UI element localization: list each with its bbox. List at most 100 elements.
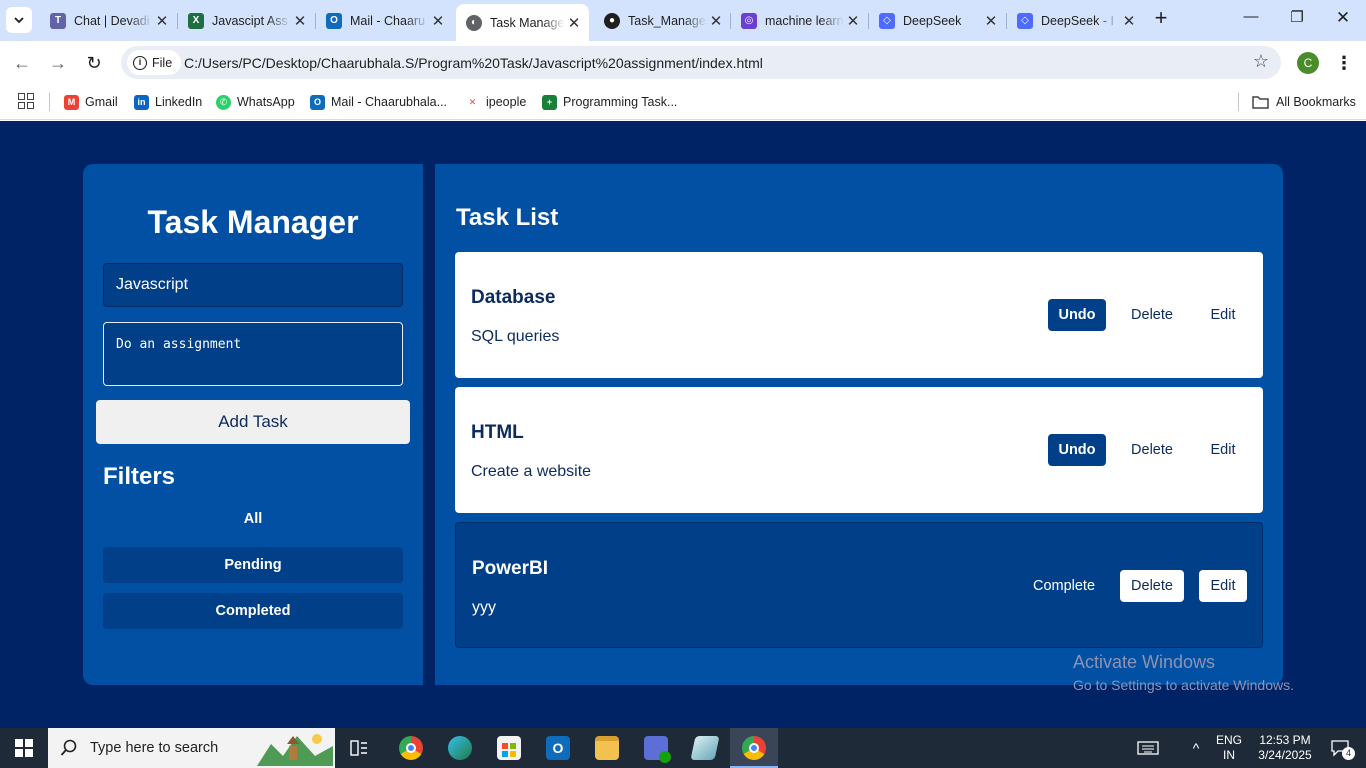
task-title-input[interactable] — [103, 263, 403, 307]
tab-title: machine learn — [765, 13, 844, 28]
bookmark-label: Mail - Chaarubhala... — [331, 95, 448, 109]
filters-heading: Filters — [103, 463, 176, 490]
ipeople-icon: ✕ — [465, 94, 480, 110]
filter-pending-button[interactable]: Pending — [103, 547, 403, 583]
teams-taskbar-icon[interactable] — [644, 736, 671, 763]
bookmark-programming-task[interactable]: + Programming Task... — [542, 92, 677, 112]
bookmark-label: WhatsApp — [237, 95, 295, 109]
keyboard-tray-icon[interactable] — [1130, 728, 1166, 768]
edge-icon[interactable] — [448, 736, 472, 760]
all-bookmarks[interactable]: All Bookmarks — [1252, 92, 1356, 112]
bookmark-ipeople[interactable]: ✕ ipeople — [465, 92, 526, 112]
undo-button[interactable]: Undo — [1048, 434, 1106, 466]
deepseek-icon: ◇ — [1017, 12, 1033, 29]
close-tab-icon[interactable]: ✕ — [153, 12, 171, 30]
windows-start-button[interactable] — [0, 728, 48, 768]
restore-icon[interactable]: ❐ — [1274, 8, 1320, 32]
edit-button[interactable]: Edit — [1199, 570, 1247, 602]
bookmark-whatsapp[interactable]: ✆ WhatsApp — [216, 92, 295, 112]
tab-title: Mail - Chaaru — [350, 13, 426, 28]
task-title: Database — [471, 287, 556, 308]
browser-tab[interactable]: ◇ DeepSeek ✕ — [869, 5, 1006, 36]
language-indicator[interactable]: ENG IN — [1212, 728, 1246, 768]
tab-title: Task Manager — [490, 15, 565, 30]
delete-button[interactable]: Delete — [1120, 570, 1184, 602]
gmail-icon: M — [64, 94, 79, 110]
browser-tab-active[interactable]: ◐ Task Manager ✕ — [456, 4, 589, 41]
task-form-panel: Task Manager Do an assignment Add Task F… — [83, 164, 423, 685]
bookmark-label: Gmail — [85, 95, 118, 109]
browser-tab[interactable]: ◇ DeepSeek - I ✕ — [1007, 5, 1144, 36]
close-tab-icon[interactable]: ✕ — [982, 12, 1000, 30]
tab-search-button[interactable] — [6, 7, 32, 33]
taskbar-active-app[interactable] — [730, 728, 778, 768]
undo-button[interactable]: Undo — [1048, 299, 1106, 331]
window-close-icon[interactable]: ✕ — [1320, 8, 1366, 32]
chevron-down-icon — [14, 17, 24, 24]
filter-all-button[interactable]: All — [103, 501, 403, 537]
task-description-input[interactable]: Do an assignment — [103, 322, 403, 386]
task-description: Create a website — [471, 463, 592, 480]
browser-tab[interactable]: O Mail - Chaaru ✕ — [316, 5, 453, 36]
bookmark-gmail[interactable]: M Gmail — [64, 92, 118, 112]
site-info-chip[interactable]: i File — [127, 50, 182, 75]
apps-grid-icon[interactable] — [18, 93, 34, 109]
task-view-icon[interactable] — [348, 737, 370, 759]
bookmark-star-icon[interactable]: ☆ — [1253, 51, 1269, 72]
notepad-app-icon[interactable] — [690, 736, 720, 760]
activation-watermark-title: Activate Windows — [1073, 652, 1216, 672]
outlook-taskbar-icon[interactable]: O — [546, 736, 570, 760]
region-code: IN — [1223, 748, 1235, 762]
show-hidden-icons-chevron-icon[interactable]: ^ — [1180, 728, 1212, 768]
close-tab-icon[interactable]: ✕ — [1120, 12, 1138, 30]
tab-title: DeepSeek - I — [1041, 13, 1114, 28]
edit-button[interactable]: Edit — [1199, 434, 1247, 466]
clock-date: 3/24/2025 — [1258, 748, 1312, 762]
chrome-icon[interactable] — [399, 736, 423, 760]
browser-tab[interactable]: ● Task_Manager ✕ — [594, 5, 731, 36]
file-explorer-icon[interactable] — [595, 736, 619, 760]
minimize-icon[interactable]: — — [1228, 8, 1274, 32]
delete-button[interactable]: Delete — [1120, 434, 1184, 466]
add-task-button[interactable]: Add Task — [96, 400, 410, 444]
edit-button[interactable]: Edit — [1199, 299, 1247, 331]
reload-icon[interactable]: ↻ — [82, 51, 106, 75]
profile-avatar[interactable]: C — [1297, 52, 1319, 74]
browser-tab-strip: T Chat | Devadi ✕ X Javascipt Ass ✕ O Ma… — [0, 0, 1366, 41]
back-arrow-icon[interactable]: ← — [10, 51, 34, 75]
complete-button[interactable]: Complete — [1026, 570, 1102, 602]
bookmark-mail[interactable]: O Mail - Chaarubhala... — [310, 92, 447, 112]
notification-center-icon[interactable]: 4 — [1320, 728, 1360, 768]
address-bar[interactable]: i File C:/Users/PC/Desktop/Chaarubhala.S… — [121, 46, 1281, 79]
url-text[interactable]: C:/Users/PC/Desktop/Chaarubhala.S/Progra… — [184, 55, 763, 71]
teams-icon: T — [50, 12, 66, 29]
filter-completed-button[interactable]: Completed — [103, 593, 403, 629]
close-tab-icon[interactable]: ✕ — [565, 14, 583, 32]
clock-time: 12:53 PM — [1259, 733, 1311, 747]
notification-count-badge: 4 — [1342, 747, 1355, 760]
task-list-heading: Task List — [456, 204, 559, 231]
taskbar-search-box[interactable]: Type here to search — [48, 728, 335, 768]
more-menu-icon[interactable]: ⋮ — [1335, 50, 1353, 76]
microsoft-store-icon[interactable] — [497, 736, 521, 760]
clock[interactable]: 12:53 PM 3/24/2025 — [1252, 728, 1318, 768]
bookmark-linkedin[interactable]: in LinkedIn — [134, 92, 202, 112]
close-tab-icon[interactable]: ✕ — [291, 12, 309, 30]
close-tab-icon[interactable]: ✕ — [844, 12, 862, 30]
browser-tab[interactable]: T Chat | Devadi ✕ — [40, 5, 177, 36]
new-tab-plus-icon[interactable]: + — [1150, 7, 1172, 30]
search-placeholder: Type here to search — [90, 740, 219, 756]
tab-title: DeepSeek — [903, 13, 962, 28]
close-tab-icon[interactable]: ✕ — [707, 12, 725, 30]
browser-tab[interactable]: ◎ machine learn ✕ — [731, 5, 868, 36]
outlook-icon: O — [326, 12, 342, 29]
tab-title: Task_Manager — [628, 13, 707, 28]
close-tab-icon[interactable]: ✕ — [429, 12, 447, 30]
forward-arrow-icon[interactable]: → — [46, 51, 70, 75]
task-title: HTML — [471, 422, 524, 443]
browser-tab[interactable]: X Javascipt Ass ✕ — [178, 5, 315, 36]
tab-title: Chat | Devadi — [74, 13, 150, 28]
task-card: HTML Create a website Undo Delete Edit — [455, 387, 1263, 513]
delete-button[interactable]: Delete — [1120, 299, 1184, 331]
chrome-profile-icon — [742, 736, 766, 760]
